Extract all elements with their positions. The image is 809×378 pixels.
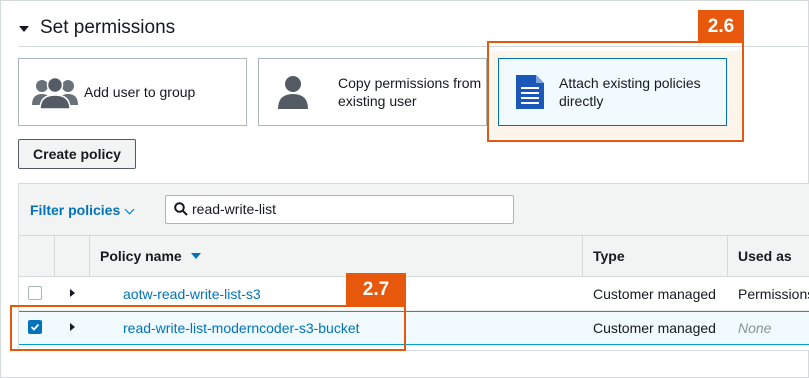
sort-descending-icon[interactable] (190, 253, 201, 259)
search-icon (174, 202, 188, 216)
copy-permissions-card[interactable]: Copy permissions from existing user (258, 58, 487, 126)
row-checkbox[interactable] (28, 286, 42, 300)
policy-used-as: Permissions (738, 286, 809, 302)
column-header-used-as[interactable]: Used as (738, 236, 792, 276)
column-header-type[interactable]: Type (593, 236, 625, 276)
user-group-icon (32, 76, 78, 109)
annotation-box-a (487, 41, 744, 142)
annotation-tag-a: 2.6 (698, 10, 744, 43)
card-label: Copy permissions from existing user (338, 75, 482, 109)
section-title: Set permissions (40, 17, 176, 38)
chevron-down-icon[interactable] (124, 204, 135, 215)
policy-type: Customer managed (593, 320, 716, 336)
add-user-to-group-card[interactable]: Add user to group (18, 58, 247, 126)
filter-policies-dropdown[interactable]: Filter policies (30, 202, 120, 218)
section-header[interactable]: Set permissions (19, 17, 175, 39)
expand-row-icon[interactable] (70, 289, 75, 297)
annotation-box-b (10, 305, 406, 351)
column-header-policy-name[interactable]: Policy name (100, 236, 201, 276)
caret-down-icon[interactable] (19, 26, 29, 32)
policy-type: Customer managed (593, 286, 716, 302)
search-field[interactable] (165, 195, 514, 224)
search-input[interactable] (192, 200, 492, 218)
card-label: Add user to group (84, 84, 196, 100)
policy-used-as: None (738, 320, 772, 336)
table-header: Policy name Type Used as (19, 236, 809, 277)
user-icon (278, 76, 308, 109)
annotation-tag-b: 2.7 (346, 273, 406, 306)
filter-bar: Filter policies (19, 184, 809, 236)
create-policy-button[interactable]: Create policy (18, 139, 136, 169)
permissions-panel: Set permissions Add user to group Copy p… (0, 0, 809, 378)
